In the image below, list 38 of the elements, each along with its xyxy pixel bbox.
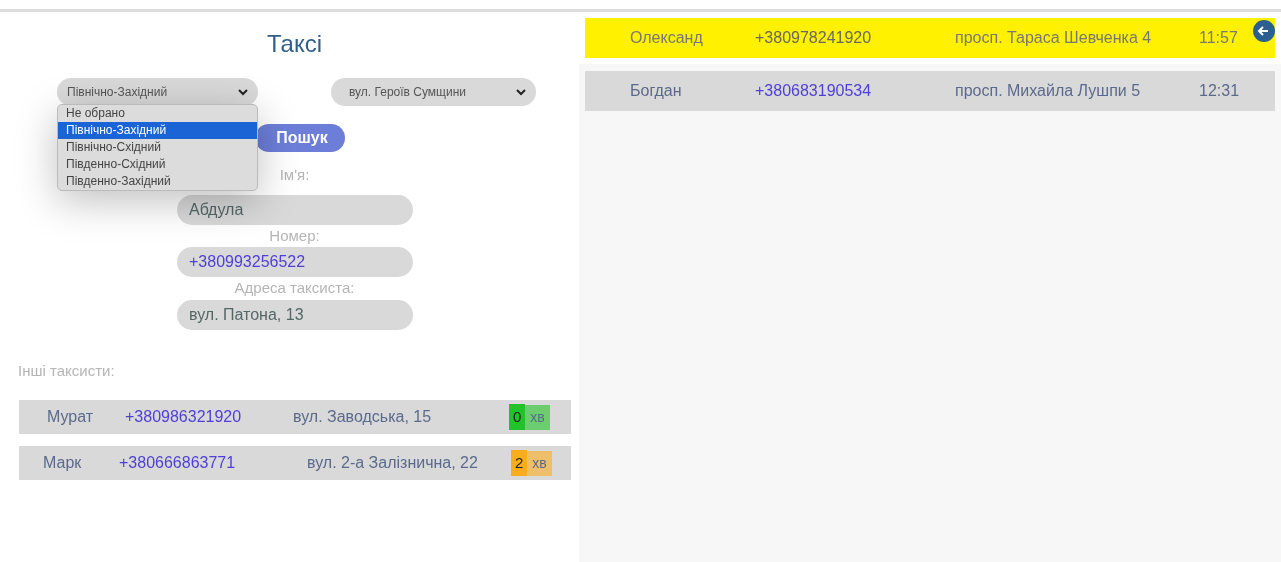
input-field[interactable]: +380993256522 [177, 247, 413, 277]
field-label: Ім'я: [279, 165, 310, 185]
minutes-badge: 0 [509, 403, 526, 431]
order-address: просп. Тараса Шевченка 4 [955, 28, 1153, 48]
order-time: 12:31 [1199, 81, 1241, 101]
minutes-unit: хв [525, 404, 550, 430]
driver-address: вул. Заводська, 15 [293, 407, 433, 427]
dropdown-option[interactable]: Південно-Західний [58, 173, 257, 190]
input-field[interactable]: вул. Патона, 13 [177, 299, 413, 330]
order-name: Богдан [630, 81, 683, 101]
page-title: Таксі [266, 29, 323, 59]
driver-name: Марк [43, 453, 83, 473]
chevron-icon [238, 88, 248, 96]
chevron-icon [516, 88, 526, 96]
dropdown-option[interactable]: Не обрано [58, 105, 257, 122]
driver-phone: +380986321920 [125, 407, 243, 427]
order-phone: +380683190534 [755, 81, 873, 101]
street-select[interactable]: вул. Героїв Сумщини [331, 78, 536, 106]
district-select[interactable]: Північно-Західний [57, 78, 258, 106]
section-heading: Інші таксисти: [18, 360, 116, 381]
order-row[interactable]: Олександ +380978241920 просп. Тараса Шевченка 4 11:57 [585, 18, 1275, 58]
driver-address: вул. 2-а Залізнична, 22 [307, 453, 479, 473]
driver-name: Мурат [47, 407, 95, 427]
dropdown-option[interactable]: Північно-Східний [58, 139, 257, 156]
order-address: просп. Михайла Лушпи 5 [955, 81, 1142, 101]
order-time: 11:57 [1199, 28, 1239, 48]
input-field[interactable]: Абдула [177, 194, 413, 225]
field-label: Номер: [269, 225, 320, 246]
dropdown-option[interactable]: Південно-Східний [58, 156, 257, 173]
minutes-badge: 2 [511, 449, 528, 477]
field-label: Адреса таксиста: [234, 278, 355, 298]
order-phone: +380978241920 [755, 28, 873, 48]
dropdown-option[interactable]: Північно-Західний [58, 122, 257, 139]
search-button[interactable]: Пошук [255, 124, 345, 152]
order-name: Олександ [630, 28, 704, 48]
minutes-unit: хв [527, 450, 552, 476]
order-row[interactable]: Богдан +380683190534 просп. Михайла Лушпи 5 12:31 [585, 71, 1275, 111]
driver-phone: +380666863771 [119, 453, 237, 473]
